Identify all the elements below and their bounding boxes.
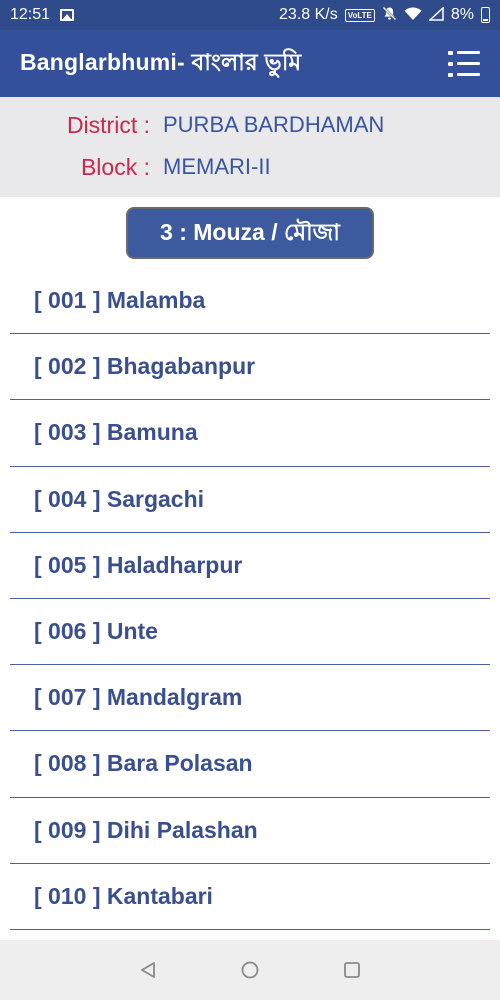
block-row: Block : MEMARI-II (0, 147, 500, 187)
list-item[interactable]: [ 006 ] Unte (10, 599, 490, 666)
home-circle-icon[interactable] (199, 950, 301, 990)
list-item-label: [ 008 ] Bara Polasan (34, 750, 253, 777)
list-item[interactable]: [ 004 ] Sargachi (10, 467, 490, 533)
list-item-label: [ 007 ] Mandalgram (34, 684, 243, 711)
list-item-label: [ 002 ] Bhagabanpur (34, 353, 256, 380)
image-notification-icon (60, 9, 75, 21)
list-item-label: [ 009 ] Dihi Palashan (34, 816, 258, 843)
list-item-label: [ 006 ] Unte (34, 618, 158, 645)
list-item[interactable]: [ 002 ] Bhagabanpur (10, 334, 490, 401)
status-bar: 12:51 23.8 K/s VoLTE 8% (0, 0, 500, 30)
block-label: Block : (80, 153, 150, 180)
signal-icon (427, 5, 444, 24)
list-item-label: [ 004 ] Sargachi (34, 485, 205, 512)
app-title: Banglarbhumi- বাংলার ভুমি (20, 49, 302, 75)
block-value: MEMARI-II (163, 154, 271, 179)
list-item-label: [ 003 ] Bamuna (34, 419, 198, 446)
status-time: 12:51 (10, 6, 51, 23)
mute-bell-icon (382, 6, 397, 24)
menu-list-icon[interactable] (448, 50, 480, 77)
app-bar: Banglarbhumi- বাংলার ভুমি (0, 30, 500, 97)
district-value: PURBA BARDHAMAN (163, 112, 385, 137)
list-item-label: [ 001 ] Malamba (34, 287, 206, 314)
mouza-step-button[interactable]: 3 : Mouza / মৌজা (126, 207, 374, 259)
list-item[interactable]: [ 010 ] Kantabari (10, 864, 490, 930)
recents-square-icon[interactable] (301, 950, 403, 990)
list-item-label: [ 010 ] Kantabari (34, 882, 213, 909)
wifi-icon (404, 7, 422, 24)
system-nav-bar (0, 940, 500, 1000)
list-item-label: [ 005 ] Haladharpur (34, 551, 243, 578)
volte-badge: VoLTE (344, 8, 375, 22)
list-item[interactable]: [ 001 ] Malamba (10, 268, 490, 335)
district-row: District : PURBA BARDHAMAN (0, 105, 500, 145)
mouza-list: [ 001 ] Malamba [ 002 ] Bhagabanpur [ 00… (10, 268, 490, 930)
network-speed: 23.8 K/s (279, 6, 338, 23)
list-item[interactable]: [ 007 ] Mandalgram (10, 665, 490, 732)
location-panel: District : PURBA BARDHAMAN Block : MEMAR… (0, 97, 500, 197)
list-item[interactable]: [ 005 ] Haladharpur (10, 533, 490, 599)
back-triangle-icon[interactable] (97, 950, 199, 990)
battery-percent: 8% (450, 6, 474, 23)
list-item[interactable]: [ 003 ] Bamuna (10, 400, 490, 467)
list-item[interactable]: [ 009 ] Dihi Palashan (10, 798, 490, 864)
district-label: District : (66, 111, 150, 138)
battery-icon (481, 7, 490, 23)
list-item[interactable]: [ 008 ] Bara Polasan (10, 731, 490, 798)
